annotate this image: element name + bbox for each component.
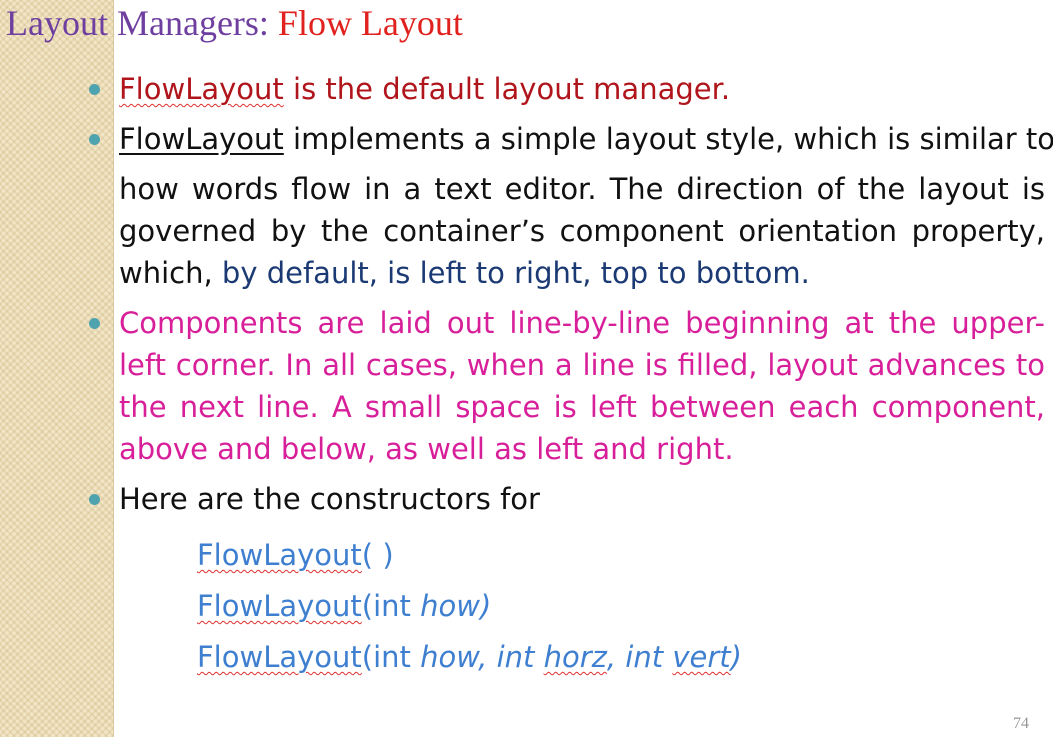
flowlayout-term: FlowLayout (119, 72, 284, 106)
bullet-item-implements: FlowLayout implements a simple layout st… (89, 118, 1053, 294)
constructor-list: FlowLayout( ) FlowLayout(int how) FlowLa… (197, 534, 742, 687)
bullet-paragraph: how words flow in a text editor. The dir… (119, 168, 1045, 294)
constructor-name: FlowLayout (197, 538, 362, 572)
constructor-name: FlowLayout (197, 589, 362, 623)
bullet-text: Here are the constructors for (119, 482, 540, 516)
flowlayout-term: FlowLayout (119, 122, 284, 156)
param-horz: horz (543, 640, 607, 674)
bullet-list: FlowLayout is the default layout manager… (89, 68, 1053, 520)
bullet-dot-icon (89, 318, 100, 329)
bullet-item-constructors: Here are the constructors for (89, 478, 1045, 520)
title-part2: Flow Layout (277, 3, 463, 43)
constructor-how: FlowLayout(int how) (197, 585, 742, 627)
constructor-open: (int (361, 589, 421, 623)
bullet-rest: is the default layout manager. (283, 72, 731, 106)
param-vert: vert (672, 640, 731, 674)
bullet-text: FlowLayout is the default layout manager… (119, 68, 1045, 110)
param-close: ) (730, 640, 742, 674)
bullet-dot-icon (89, 84, 100, 95)
bullet-dot-icon (89, 134, 100, 145)
page-number: 74 (1013, 715, 1029, 732)
bullet-first-line: FlowLayout implements a simple layout st… (119, 118, 1053, 160)
constructor-how-horz-vert: FlowLayout(int how, int horz, int vert) (197, 636, 742, 678)
decorative-side-strip (0, 0, 114, 737)
constructor-open: (int (361, 640, 421, 674)
title-part1: Layout Managers: (6, 3, 278, 43)
direction-highlight: by default, is left to right, top to bot… (221, 256, 810, 290)
constructor-default: FlowLayout( ) (197, 534, 742, 576)
bullet-dot-icon (89, 494, 100, 505)
param-how: how, int (420, 640, 544, 674)
bullet-line1-rest: implements a simple layout style, which … (283, 122, 1053, 156)
constructor-args: ( ) (361, 538, 394, 572)
slide-title: Layout Managers: Flow Layout (6, 2, 463, 44)
param-separator: , int (606, 640, 673, 674)
bullet-item-components: Components are laid out line-by-line beg… (89, 302, 1045, 470)
bullet-text: Components are laid out line-by-line beg… (119, 306, 1045, 466)
param-how: how) (420, 589, 492, 623)
bullet-item-default: FlowLayout is the default layout manager… (89, 68, 1045, 110)
constructor-name: FlowLayout (197, 640, 362, 674)
